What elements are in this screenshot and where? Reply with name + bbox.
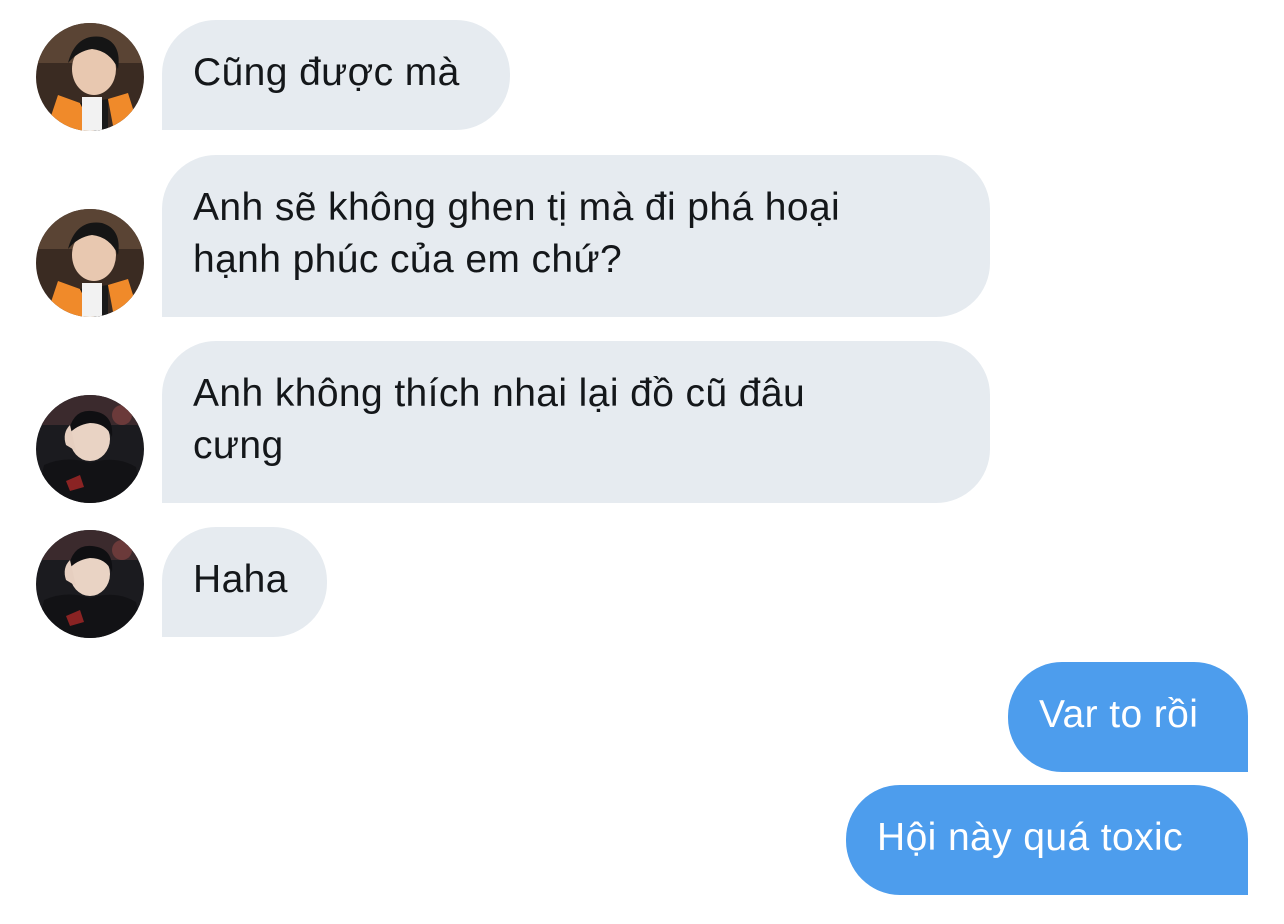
message-text: Anh sẽ không ghen tị mà đi phá hoại hạnh… (193, 186, 841, 281)
message-bubble[interactable]: Anh sẽ không ghen tị mà đi phá hoại hạnh… (162, 155, 990, 317)
user-photo-icon (36, 209, 144, 317)
message-text: Cũng được mà (193, 51, 460, 94)
message-bubble[interactable]: Cũng được mà (162, 20, 510, 130)
message-bubble[interactable]: Anh không thích nhai lại đồ cũ đâu cưng (162, 341, 990, 503)
message-text: Hội này quá toxic (877, 816, 1183, 859)
avatar-black-jacket[interactable] (36, 530, 144, 638)
user-photo-icon (36, 23, 144, 131)
avatar-black-jacket[interactable] (36, 395, 144, 503)
user-photo-icon (36, 530, 144, 638)
message-text: Haha (193, 558, 288, 601)
message-bubble[interactable]: Haha (162, 527, 327, 637)
message-bubble[interactable]: Var to rồi (1008, 662, 1248, 772)
avatar-orange-scarf[interactable] (36, 23, 144, 131)
message-text: Anh không thích nhai lại đồ cũ đâu cưng (193, 372, 806, 467)
message-text: Var to rồi (1039, 693, 1199, 736)
message-bubble[interactable]: Hội này quá toxic (846, 785, 1248, 895)
message-thread: Cũng được mà Anh sẽ không ghen tị mà đi … (0, 0, 1284, 924)
user-photo-icon (36, 395, 144, 503)
avatar-orange-scarf[interactable] (36, 209, 144, 317)
